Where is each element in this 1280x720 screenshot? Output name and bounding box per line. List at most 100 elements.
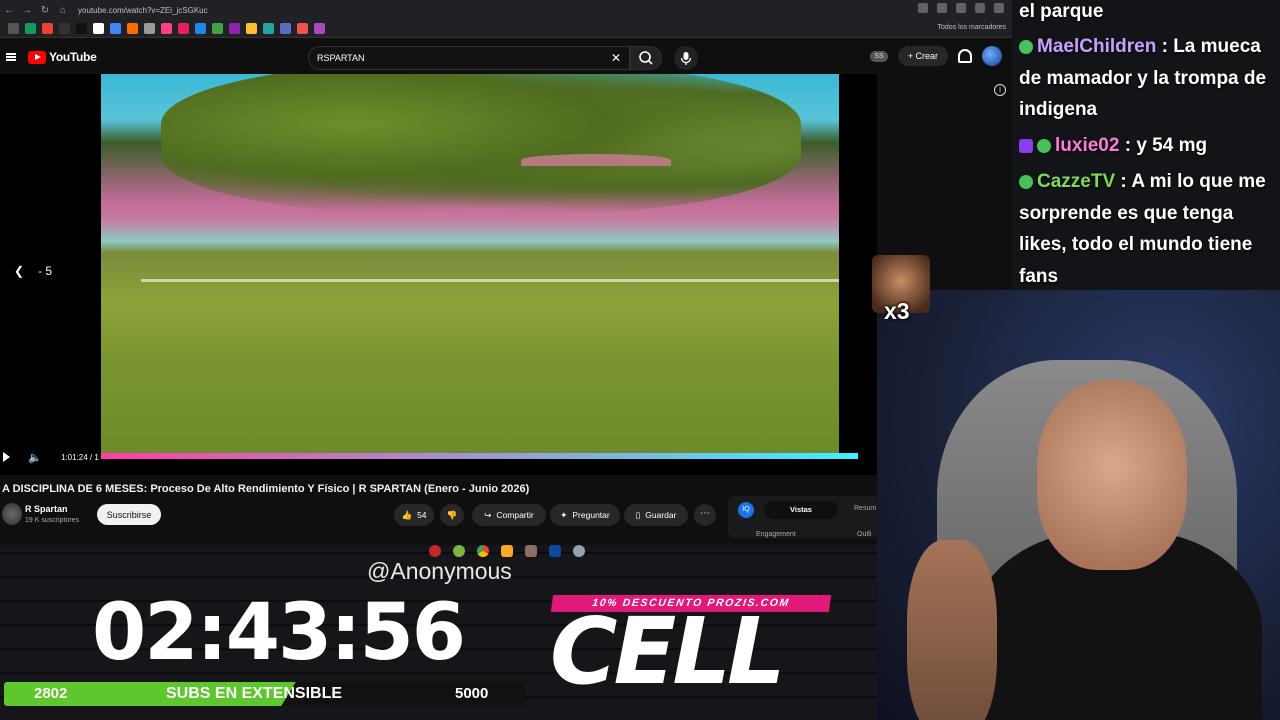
ask-label: Preguntar [572,510,610,520]
ss-chip[interactable]: SS [870,50,888,62]
menu-icon[interactable] [6,53,16,61]
analytics-logo[interactable]: IQ [738,502,754,518]
chat-text: : y 54 mg [1124,135,1208,156]
video-title: A DISCIPLINA DE 6 MESES: Proceso De Alto… [2,483,530,495]
forward-icon[interactable]: → [18,5,36,16]
chat-message: MaelChildren : La mueca de mamador y la … [1019,31,1279,126]
chat-username: MaelChildren [1037,36,1157,57]
all-bookmarks-label[interactable]: Todos los marcadores [938,24,1006,31]
bookmark-icon[interactable] [178,23,189,34]
chat-text: el parque [1019,1,1104,22]
bookmark-icon[interactable] [212,23,223,34]
bookmark-icon[interactable] [195,23,206,34]
tiktok-icon[interactable] [76,23,87,34]
share-arrow-icon: ↪ [484,509,492,520]
bookmark-icon[interactable] [161,23,172,34]
gmail-icon[interactable] [42,23,53,34]
sparkle-icon: ✦ [560,509,568,520]
profile-icon[interactable] [994,3,1004,13]
address-bar: ← → ↻ ⌂ youtube.com/watch?v=ZEi_jcSGKuc [0,0,1012,20]
bookmark-save-icon: ▯ [635,509,641,520]
prime-badge-icon [1019,138,1033,153]
bookmark-icon[interactable] [297,23,308,34]
back-icon[interactable]: ← [0,5,18,16]
tab-vistas[interactable]: Vistas [764,501,838,519]
url-text[interactable]: youtube.com/watch?v=ZEi_jcSGKuc [78,6,208,15]
stream-timer: 02:43:56 [92,588,466,678]
zoom-icon[interactable] [918,3,928,13]
video-player[interactable]: ❮ - 5 🔈 1:01:24 / 1 [0,74,877,475]
analytics-panel: IQ Vistas Resum Engagement Outli [728,496,878,538]
bookmark-icon[interactable] [144,23,155,34]
subs-label: SUBS EN EXTENSIBLE [166,685,343,702]
chat-username: luxie02 [1055,135,1120,156]
stream-screen: ← → ↻ ⌂ youtube.com/watch?v=ZEi_jcSGKuc [0,0,1280,720]
voice-search-button[interactable] [674,46,698,70]
microphone-icon [680,52,692,65]
app-icon[interactable] [525,545,537,557]
dislike-button[interactable]: 👎 [440,504,464,526]
app-icon[interactable] [573,545,585,557]
chat-username: CazzeTV [1037,171,1116,192]
channel-name[interactable]: R Spartan [25,504,68,514]
search-button[interactable] [630,46,662,70]
share-button[interactable]: ↪ Compartir [472,504,546,526]
app-icon[interactable] [453,545,465,557]
obs-icon[interactable] [429,545,441,557]
star-icon[interactable] [956,3,966,13]
create-button[interactable]: + Crear [897,46,948,66]
chat-message: luxie02 : y 54 mg [1019,130,1279,162]
bookmark-icon[interactable] [8,23,19,34]
search-icon [639,51,653,65]
bookmark-icon[interactable] [280,23,291,34]
more-actions-button[interactable]: ⋯ [694,504,716,526]
search-input[interactable]: RSPARTAN ✕ [308,46,630,70]
outlier-label: Outli [857,531,872,538]
share-label: Compartir [496,510,534,520]
ask-button[interactable]: ✦ Preguntar [550,504,620,526]
subscriber-badge-icon [1037,138,1051,153]
like-button[interactable]: 👍 54 [394,504,434,526]
bookmark-icon[interactable] [314,23,325,34]
subscriber-badge-icon [1019,39,1033,54]
video-frame[interactable] [101,74,839,454]
channel-avatar[interactable] [2,503,22,525]
subscriber-badge-icon [1019,174,1033,189]
chrome-icon[interactable] [477,545,489,557]
bookmarks-bar: Todos los marcadores [0,20,1012,38]
info-icon[interactable]: i [994,84,1006,96]
header-actions: SS + Crear [870,46,1002,66]
avatar[interactable] [982,46,1002,66]
extension-icons [918,3,1004,13]
tab-resumen[interactable]: Resum [854,505,876,512]
emote-multiplier: x3 [884,298,910,324]
bookmark-icon[interactable] [25,23,36,34]
bookmark-icon[interactable] [93,23,104,34]
video-field-line [141,279,839,282]
bookmark-icon[interactable] [263,23,274,34]
folder-icon[interactable] [501,545,513,557]
chat-message: el parque [1019,0,1279,28]
extension-icon[interactable] [975,3,985,13]
seek-back-label: - 5 [38,264,53,278]
youtube-logo[interactable]: YouTube [28,50,97,64]
subscribe-button[interactable]: Suscribirse [97,504,161,525]
share-icon[interactable] [937,3,947,13]
bookmark-icon[interactable] [229,23,240,34]
bookmark-icon[interactable] [246,23,257,34]
x-icon[interactable] [59,23,70,34]
bookmark-icon[interactable] [110,23,121,34]
sponsor-logo: CELL [550,598,786,705]
notifications-icon[interactable] [958,49,972,63]
reload-icon[interactable]: ↻ [36,5,54,16]
clear-search-icon[interactable]: ✕ [611,51,621,65]
create-label: Crear [915,51,938,61]
photoshop-icon[interactable] [549,545,561,557]
youtube-wordmark: YouTube [49,50,97,64]
home-icon[interactable]: ⌂ [54,5,72,16]
volume-icon[interactable]: 🔈 [28,451,42,464]
bookmark-icon[interactable] [127,23,138,34]
save-button[interactable]: ▯ Guardar [624,504,688,526]
play-icon[interactable] [3,452,10,462]
webcam-feed [877,290,1280,720]
